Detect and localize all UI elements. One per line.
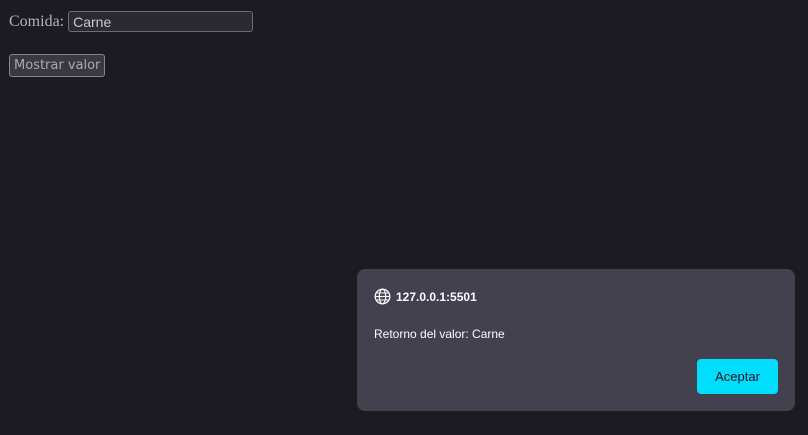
show-value-button[interactable]: Mostrar valor [9, 54, 106, 77]
globe-icon [374, 288, 391, 305]
alert-dialog: 127.0.0.1:5501 Retorno del valor: Carne … [357, 269, 795, 411]
food-label: Comida: [9, 12, 65, 30]
dialog-origin-text: 127.0.0.1:5501 [396, 289, 477, 304]
food-input[interactable] [68, 11, 254, 32]
accept-button[interactable]: Aceptar [697, 359, 778, 394]
dialog-origin: 127.0.0.1:5501 [374, 288, 477, 305]
dialog-message: Retorno del valor: Carne [374, 327, 505, 341]
food-form-row: Comida: [9, 11, 254, 32]
